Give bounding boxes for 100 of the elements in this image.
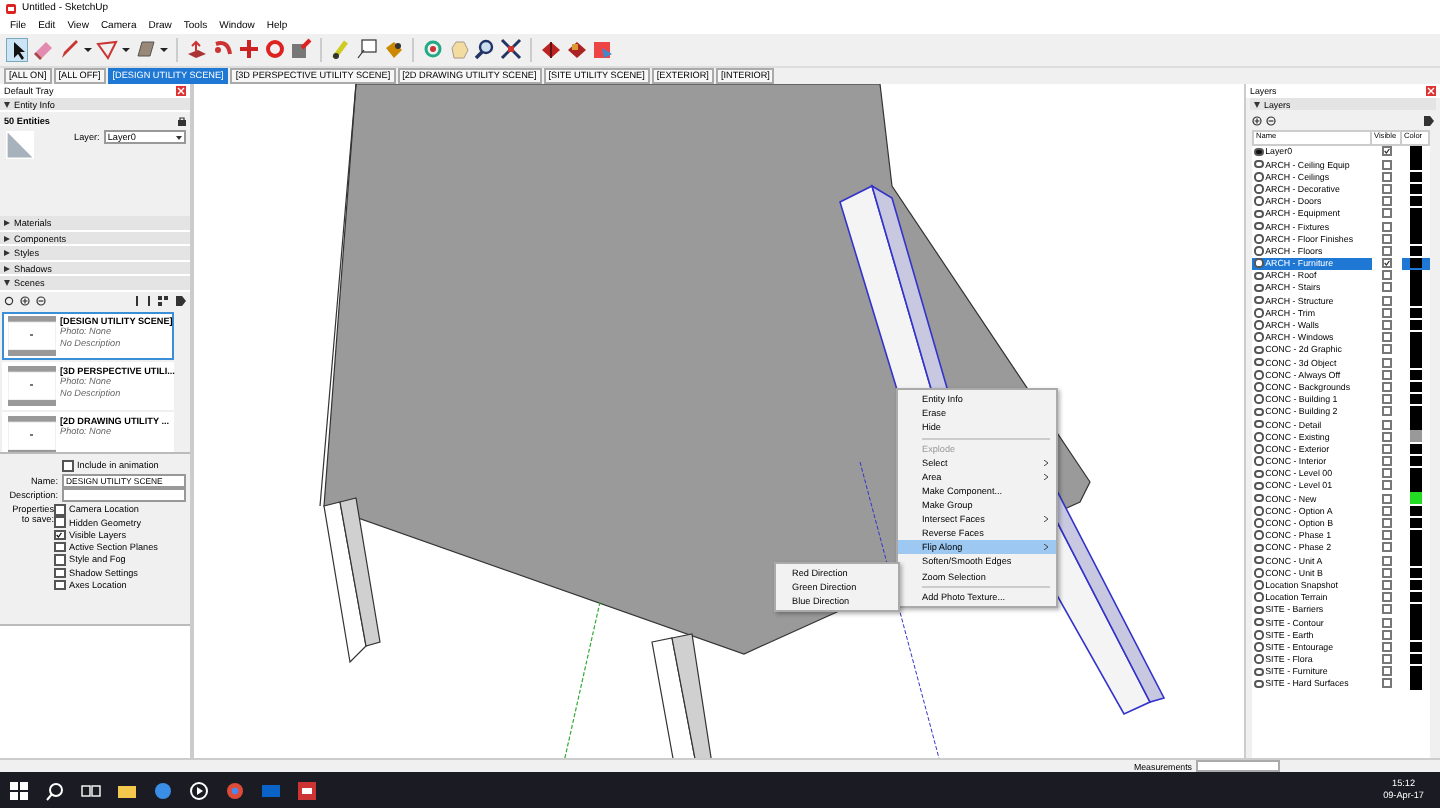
checkbox[interactable] (1382, 245, 1392, 256)
checkbox[interactable] (1382, 493, 1392, 504)
color-swatch[interactable] (1410, 319, 1422, 331)
task-view-icon[interactable] (80, 779, 102, 802)
radio-button[interactable] (1254, 518, 1264, 528)
checkbox[interactable] (1382, 505, 1392, 516)
checkbox[interactable] (1382, 617, 1392, 628)
expander-icon[interactable] (4, 280, 10, 287)
add-icon[interactable] (20, 296, 30, 307)
browser-icon[interactable] (152, 779, 174, 802)
checkbox[interactable] (1382, 629, 1392, 640)
checkbox[interactable] (62, 460, 73, 472)
zoom-extents-icon[interactable] (500, 37, 522, 62)
checkbox[interactable] (1382, 146, 1392, 157)
radio-button[interactable] (1254, 493, 1264, 503)
color-swatch[interactable] (1410, 393, 1422, 405)
radio-button[interactable] (1254, 246, 1264, 256)
checkbox[interactable] (1382, 468, 1392, 479)
checkbox[interactable] (1382, 518, 1392, 529)
description-field[interactable] (62, 488, 186, 503)
checkbox[interactable] (1382, 196, 1392, 207)
radio-button[interactable] (1254, 667, 1264, 677)
color-swatch[interactable] (1410, 257, 1422, 269)
color-swatch[interactable] (1410, 591, 1422, 603)
color-swatch[interactable] (1410, 294, 1422, 306)
color-swatch[interactable] (1410, 331, 1422, 344)
expander-icon[interactable] (4, 235, 10, 242)
radio-button[interactable] (1254, 456, 1264, 466)
checkbox[interactable] (1382, 555, 1392, 566)
color-swatch[interactable] (1410, 455, 1422, 467)
expander-icon[interactable] (4, 220, 10, 227)
radio-button[interactable] (1254, 555, 1264, 565)
color-swatch[interactable] (1410, 381, 1422, 393)
checkbox[interactable] (1382, 666, 1392, 677)
cursor-icon[interactable] (6, 37, 28, 62)
checkbox[interactable] (1382, 295, 1392, 306)
expander-icon[interactable] (1254, 101, 1260, 108)
search-icon[interactable] (44, 779, 66, 802)
caret-icon[interactable] (122, 47, 130, 52)
details-icon[interactable] (1424, 115, 1434, 126)
media-icon[interactable] (188, 779, 210, 802)
checkbox[interactable] (1382, 579, 1392, 590)
radio-button[interactable] (1254, 357, 1264, 367)
color-swatch[interactable] (1410, 208, 1422, 220)
expander-icon[interactable] (4, 250, 10, 257)
radio-button[interactable] (1254, 209, 1264, 219)
checkbox[interactable] (1382, 480, 1392, 491)
checkbox[interactable] (54, 567, 65, 578)
windows-logo-icon[interactable] (8, 779, 30, 802)
radio-button[interactable] (1254, 506, 1264, 516)
checkbox[interactable] (54, 504, 65, 516)
radio-button[interactable] (1254, 444, 1264, 454)
radio-button[interactable] (1254, 481, 1264, 491)
color-swatch[interactable] (1410, 406, 1422, 418)
refresh-icon[interactable] (4, 296, 14, 307)
push-pull-icon[interactable] (186, 37, 208, 62)
radio-button[interactable] (1254, 617, 1264, 627)
radio-button[interactable] (1254, 147, 1264, 157)
color-swatch[interactable] (1410, 307, 1422, 319)
checkbox[interactable] (1382, 270, 1392, 281)
add-icon[interactable] (1252, 115, 1262, 126)
checkbox[interactable] (1382, 208, 1392, 219)
measurements-field[interactable] (1196, 759, 1280, 773)
checkbox[interactable] (1382, 443, 1392, 454)
color-swatch[interactable] (1410, 554, 1422, 566)
tape-measure-icon[interactable] (330, 37, 352, 62)
checkbox[interactable] (1382, 406, 1392, 417)
checkbox[interactable] (1382, 654, 1392, 665)
color-swatch[interactable] (1410, 270, 1422, 282)
rotate-icon[interactable] (264, 37, 286, 62)
radio-button[interactable] (1254, 320, 1264, 330)
checkbox[interactable] (54, 529, 65, 541)
radio-button[interactable] (1254, 332, 1264, 343)
checkbox[interactable] (1382, 567, 1392, 578)
radio-button[interactable] (1254, 283, 1264, 293)
expander-icon[interactable] (4, 265, 10, 272)
radio-button[interactable] (1254, 592, 1264, 602)
radio-button[interactable] (1254, 159, 1264, 169)
radio-button[interactable] (1254, 196, 1264, 206)
color-swatch[interactable] (1410, 369, 1422, 381)
radio-button[interactable] (1254, 172, 1264, 182)
checkbox[interactable] (1382, 592, 1392, 603)
caret-icon[interactable] (160, 47, 168, 52)
color-swatch[interactable] (1410, 628, 1422, 641)
radio-button[interactable] (1254, 629, 1264, 640)
color-swatch[interactable] (1410, 195, 1422, 207)
checkbox[interactable] (1382, 171, 1392, 182)
view-options-icon[interactable] (158, 296, 170, 307)
radio-button[interactable] (1254, 469, 1264, 479)
color-swatch[interactable] (1410, 567, 1422, 579)
paint-bucket-icon[interactable] (382, 37, 404, 62)
color-swatch[interactable] (1410, 430, 1422, 443)
remove-icon[interactable] (1266, 115, 1276, 126)
lock-icon[interactable] (178, 115, 186, 126)
radio-button[interactable] (1254, 382, 1264, 392)
color-swatch[interactable] (1410, 356, 1422, 368)
color-swatch[interactable] (1410, 641, 1422, 653)
color-swatch[interactable] (1410, 171, 1422, 183)
caret-icon[interactable] (84, 47, 92, 52)
radio-button[interactable] (1254, 308, 1264, 318)
